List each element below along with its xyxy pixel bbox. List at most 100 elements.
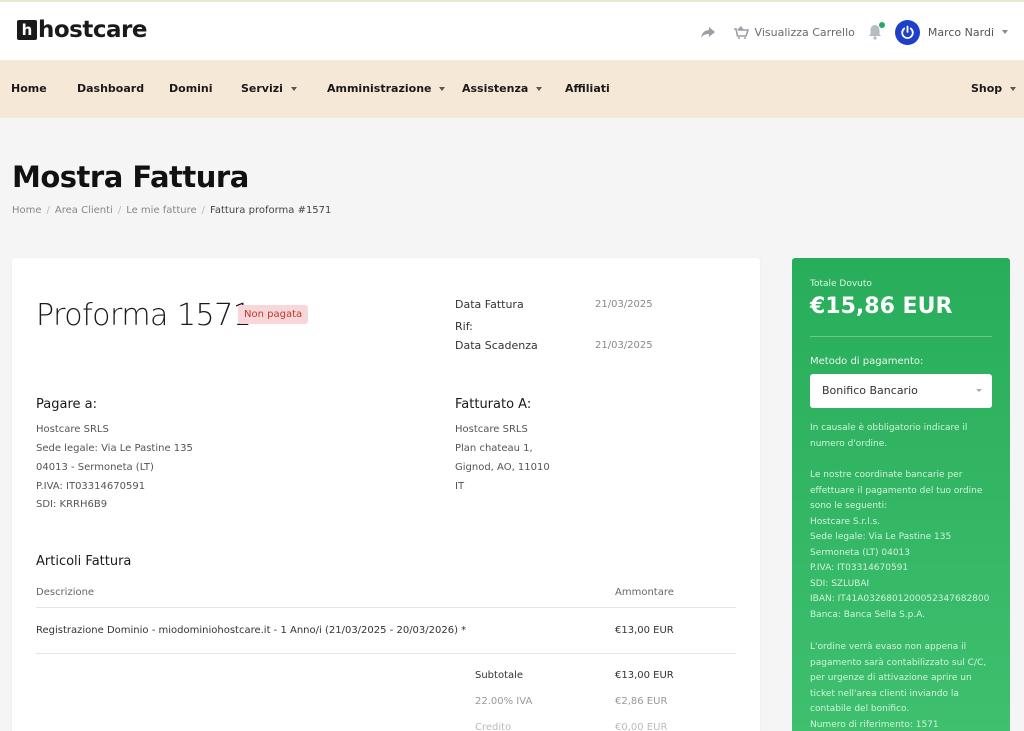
note-line: Sede legale: Via Le Pastine 135 [810, 532, 952, 542]
note-line: ticket nell'area clienti inviando la [810, 688, 959, 699]
avatar[interactable] [894, 19, 920, 45]
subtotal-value: €13,00 EUR [615, 670, 674, 681]
nav-home[interactable]: Home [11, 82, 47, 95]
nav-label: Home [11, 82, 47, 95]
col-amount: Ammontare [615, 587, 674, 598]
notifications-button[interactable] [867, 22, 885, 41]
note-line: Sermoneta (LT) 04013 [810, 547, 910, 558]
note-line: pagamento sarà contabilizzato sul C/C, [810, 657, 987, 668]
pay-to-line: Hostcare SRLS [36, 424, 109, 435]
logo-text: hostcare [38, 17, 147, 43]
note-line: per urgenze di attivazione aprire un [810, 673, 972, 683]
breadcrumb-current: Fattura proforma #1571 [210, 205, 332, 216]
note-line: Hostcare S.r.l.s. [810, 516, 881, 527]
note-line: effettuare il pagamento del tuo ordine [810, 485, 983, 496]
subtotal-label: Subtotale [475, 670, 524, 681]
note-line: SDI: SZLUBAI [810, 578, 870, 589]
note-line: In causale è obbligatorio indicare il [810, 423, 968, 433]
note-line: numero d'ordine. [810, 438, 888, 449]
nav-label: Affiliati [565, 82, 610, 95]
nav-assistenza[interactable]: Assistenza [462, 82, 543, 95]
cart-icon [733, 26, 749, 39]
nav-label: Shop [971, 82, 1003, 95]
invoice-card: Proforma 1571 Non pagata Data Fattura 21… [12, 258, 760, 731]
cart-label: Visualizza Carrello [754, 25, 855, 39]
payment-method-label: Metodo di pagamento: [810, 356, 924, 367]
payment-method-select[interactable]: Bonifico Bancario [810, 374, 992, 408]
nav-amministrazione[interactable]: Amministrazione [327, 82, 446, 95]
note-line: contabile del bonifico. [810, 704, 910, 714]
invoice-date-label: Data Fattura [455, 298, 524, 311]
credit-value: €0,00 EUR [615, 722, 668, 731]
breadcrumb-separator: / [46, 205, 50, 216]
chevron-down-icon[interactable] [1002, 30, 1008, 34]
billed-to-line: IT [455, 481, 465, 492]
user-name[interactable]: Marco Nardi [928, 26, 994, 39]
breadcrumb-fatture[interactable]: Le mie fatture [126, 205, 196, 216]
tax-label: 22.00% IVA [475, 696, 533, 707]
note-line: Numero di riferimento: 1571 [810, 719, 939, 730]
breadcrumb-area-clienti[interactable]: Area Clienti [55, 205, 113, 216]
top-header: h hostcare Visualizza Carrello Marco Nar… [0, 0, 1024, 60]
chevron-down-icon [439, 86, 446, 91]
invoice-ref-label: Rif: [455, 320, 473, 333]
pay-to-line: SDI: KRRH6B9 [36, 499, 108, 510]
table-divider [36, 653, 736, 654]
payment-method-value: Bonifico Bancario [822, 384, 918, 397]
breadcrumb-home[interactable]: Home [12, 205, 42, 216]
payment-note-bank: Le nostre coordinate bancarie per effett… [810, 468, 996, 623]
chevron-down-icon [976, 389, 982, 392]
nav-label: Servizi [241, 82, 283, 95]
note-line: IBAN: IT41A0326801200052347682800 [810, 594, 990, 604]
billed-to-line: Hostcare SRLS [455, 424, 528, 435]
payment-panel: Totale Dovuto €15,86 EUR Metodo di pagam… [792, 258, 1010, 731]
pay-to-line: Sede legale: Via Le Pastine 135 [36, 443, 193, 454]
invoice-due-label: Data Scadenza [455, 339, 538, 352]
total-due-value: €15,86 EUR [810, 294, 953, 319]
invoice-due-value: 21/03/2025 [595, 340, 653, 351]
nav-servizi[interactable]: Servizi [241, 82, 297, 95]
breadcrumb-separator: / [201, 205, 206, 216]
nav-label: Amministrazione [327, 82, 432, 95]
share-icon[interactable] [699, 23, 717, 41]
pay-to-heading: Pagare a: [36, 397, 97, 412]
cart-link[interactable]: Visualizza Carrello [733, 25, 855, 39]
nav-domini[interactable]: Domini [169, 82, 213, 95]
payment-note-order: In causale è obbligatorio indicare il nu… [810, 421, 996, 452]
total-due-label: Totale Dovuto [810, 279, 872, 289]
nav-dashboard[interactable]: Dashboard [77, 82, 144, 95]
main-nav: Home Dashboard Domini Servizi Amministra… [0, 60, 1024, 118]
billed-to-line: Plan chateau 1, [455, 443, 533, 454]
breadcrumb-separator: / [117, 205, 122, 216]
item-amount: €13,00 EUR [615, 625, 674, 636]
nav-affiliati[interactable]: Affiliati [565, 82, 610, 95]
status-badge: Non pagata [238, 305, 309, 324]
chevron-down-icon [536, 86, 543, 91]
col-description: Descrizione [36, 587, 95, 598]
invoice-title: Proforma 1571 [36, 298, 252, 333]
chevron-down-icon [290, 86, 297, 91]
note-line: L'ordine verrà evaso non appena il [810, 642, 967, 652]
item-description: Registrazione Dominio - miodominiohostca… [36, 625, 467, 636]
page-title: Mostra Fattura [12, 160, 249, 194]
chevron-down-icon [1010, 86, 1017, 91]
note-line: sono le seguenti: [810, 501, 888, 511]
billed-to-line: Gignod, AO, 11010 [455, 462, 550, 473]
breadcrumb: Home / Area Clienti / Le mie fatture / F… [12, 205, 331, 216]
items-heading: Articoli Fattura [36, 554, 132, 569]
nav-label: Assistenza [462, 82, 529, 95]
credit-label: Credito [475, 722, 512, 731]
table-divider [36, 607, 736, 608]
notification-dot [878, 22, 885, 28]
nav-shop[interactable]: Shop [971, 82, 1017, 95]
pay-to-line: 04013 - Sermoneta (LT) [36, 462, 154, 473]
pay-to-line: P.IVA: IT03314670591 [36, 481, 146, 492]
power-icon [901, 25, 914, 39]
tax-value: €2,86 EUR [615, 696, 668, 707]
nav-label: Dashboard [77, 82, 145, 95]
header-actions: Visualizza Carrello Marco Nardi [699, 18, 1008, 46]
invoice-date-value: 21/03/2025 [595, 299, 653, 310]
nav-label: Domini [169, 82, 213, 95]
logo[interactable]: h hostcare [17, 17, 147, 43]
payment-note-processing: L'ordine verrà evaso non appena il pagam… [810, 640, 996, 731]
